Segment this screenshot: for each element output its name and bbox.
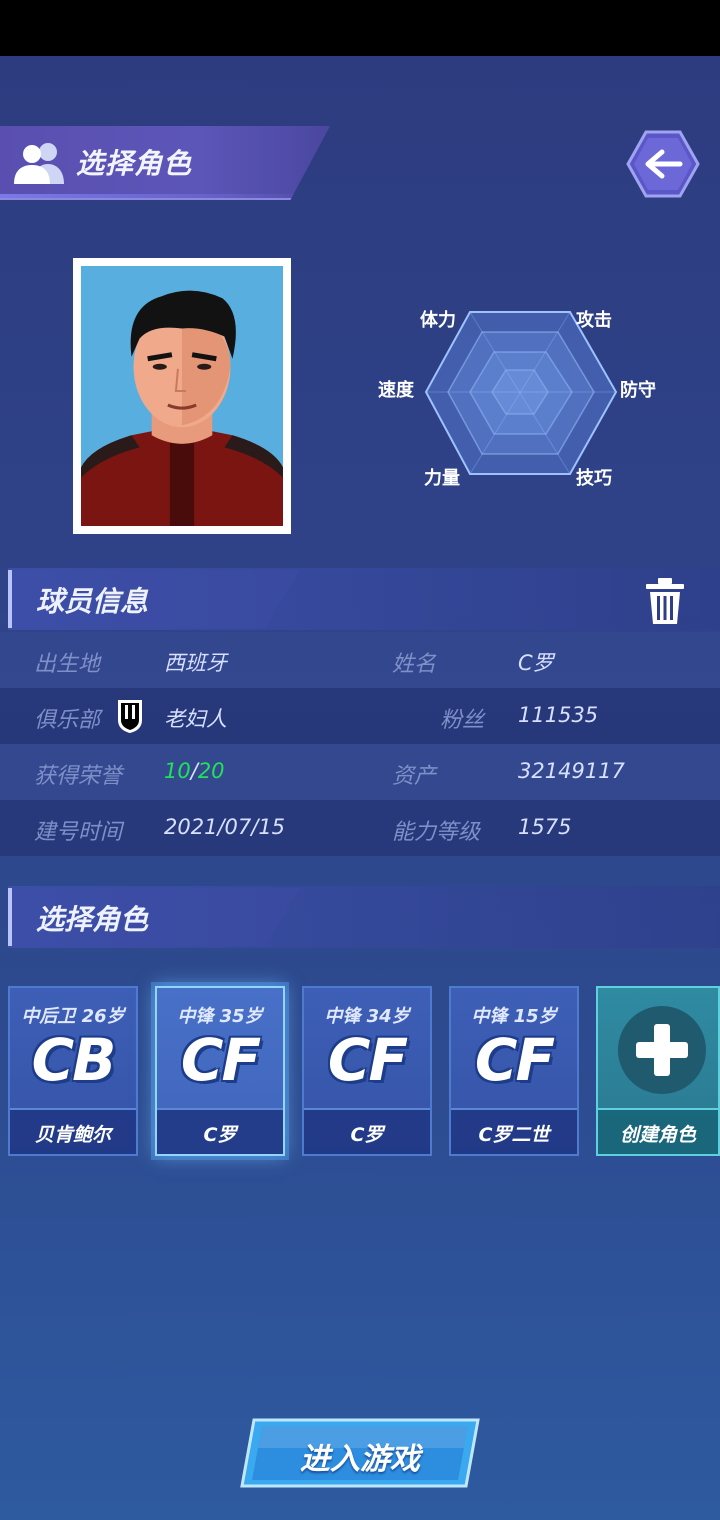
card-name-bar: C罗 bbox=[157, 1108, 283, 1154]
enter-game-button[interactable]: 进入游戏 bbox=[240, 1418, 480, 1488]
enter-game-label: 进入游戏 bbox=[300, 1442, 420, 1477]
card-position-age: 中锋 34岁 bbox=[324, 1006, 410, 1027]
value-honors: 10/20 bbox=[164, 759, 225, 783]
radar-label-skill: 技巧 bbox=[576, 468, 612, 489]
character-card[interactable]: 中锋 34岁 CF C罗 bbox=[302, 986, 432, 1156]
back-button[interactable] bbox=[626, 130, 700, 198]
value-birthplace: 西班牙 bbox=[164, 651, 227, 675]
plus-icon bbox=[636, 1024, 688, 1076]
card-name: 贝肯鲍尔 bbox=[34, 1124, 111, 1146]
card-name: C罗二世 bbox=[478, 1124, 550, 1146]
label-honors: 获得荣誉 bbox=[34, 764, 123, 789]
player-info-title: 球员信息 bbox=[36, 585, 149, 618]
card-name-bar: C罗二世 bbox=[451, 1108, 577, 1154]
character-select-title: 选择角色 bbox=[36, 903, 149, 936]
label-birthplace: 出生地 bbox=[34, 652, 101, 677]
card-name: C罗 bbox=[203, 1124, 237, 1146]
radar-label-stamina: 体力 bbox=[420, 310, 456, 331]
value-club: 老妇人 bbox=[164, 707, 227, 731]
card-name-bar: C罗 bbox=[304, 1108, 430, 1154]
card-position-code: CF bbox=[474, 1026, 555, 1094]
radar-label-defense: 防守 bbox=[620, 380, 656, 401]
label-ability: 能力等级 bbox=[392, 820, 481, 845]
label-club: 俱乐部 bbox=[34, 708, 101, 733]
attribute-radar: 体力 攻击 防守 技巧 力量 速度 bbox=[370, 290, 670, 520]
value-created: 2021/07/15 bbox=[164, 815, 286, 839]
radar-label-strength: 力量 bbox=[424, 468, 460, 489]
honors-total: 20 bbox=[197, 759, 225, 783]
trash-icon[interactable] bbox=[642, 576, 688, 626]
plus-circle bbox=[618, 1006, 706, 1094]
info-row-honors: 获得荣誉 10/20 资产 32149117 bbox=[0, 744, 720, 800]
value-name: C罗 bbox=[518, 651, 554, 675]
value-assets: 32149117 bbox=[518, 759, 625, 783]
club-crest-icon bbox=[118, 700, 142, 733]
page-title: 选择角色 bbox=[76, 147, 193, 180]
value-fans: 111535 bbox=[518, 703, 599, 727]
character-card[interactable]: 中锋 15岁 CF C罗二世 bbox=[449, 986, 579, 1156]
card-position-age: 中锋 35岁 bbox=[177, 1006, 263, 1027]
label-created: 建号时间 bbox=[34, 820, 123, 845]
card-position-age: 中后卫 26岁 bbox=[21, 1006, 125, 1027]
card-position-code: CB bbox=[31, 1026, 117, 1094]
label-assets: 资产 bbox=[392, 764, 437, 789]
avatar-portrait bbox=[81, 266, 283, 526]
card-position-code: CF bbox=[180, 1026, 261, 1094]
info-row-club: 俱乐部 老妇人 粉丝 111535 bbox=[0, 688, 720, 744]
honors-earned: 10 bbox=[164, 759, 191, 783]
card-name-bar: 贝肯鲍尔 bbox=[10, 1108, 136, 1154]
card-position-age: 中锋 15岁 bbox=[471, 1006, 557, 1027]
label-name: 姓名 bbox=[392, 652, 437, 677]
player-avatar bbox=[73, 258, 291, 534]
info-row-birthplace: 出生地 西班牙 姓名 C罗 bbox=[0, 632, 720, 688]
info-row-created: 建号时间 2021/07/15 能力等级 1575 bbox=[0, 800, 720, 856]
value-ability: 1575 bbox=[518, 815, 572, 839]
radar-label-attack: 攻击 bbox=[576, 310, 612, 331]
honors-separator: / bbox=[190, 759, 198, 783]
create-character-label: 创建角色 bbox=[619, 1124, 696, 1146]
label-fans: 粉丝 bbox=[440, 708, 485, 733]
character-card[interactable]: 中后卫 26岁 CB 贝肯鲍尔 bbox=[8, 986, 138, 1156]
status-bar bbox=[0, 0, 720, 56]
users-icon bbox=[14, 143, 64, 184]
radar-chart bbox=[424, 311, 618, 475]
card-name: C罗 bbox=[350, 1124, 384, 1146]
character-card-selected[interactable]: 中锋 35岁 CF C罗 bbox=[155, 986, 285, 1156]
create-character-button[interactable]: 创建角色 bbox=[596, 986, 720, 1156]
card-position-code: CF bbox=[327, 1026, 408, 1094]
radar-label-speed: 速度 bbox=[378, 380, 414, 401]
card-name-bar: 创建角色 bbox=[598, 1108, 718, 1154]
